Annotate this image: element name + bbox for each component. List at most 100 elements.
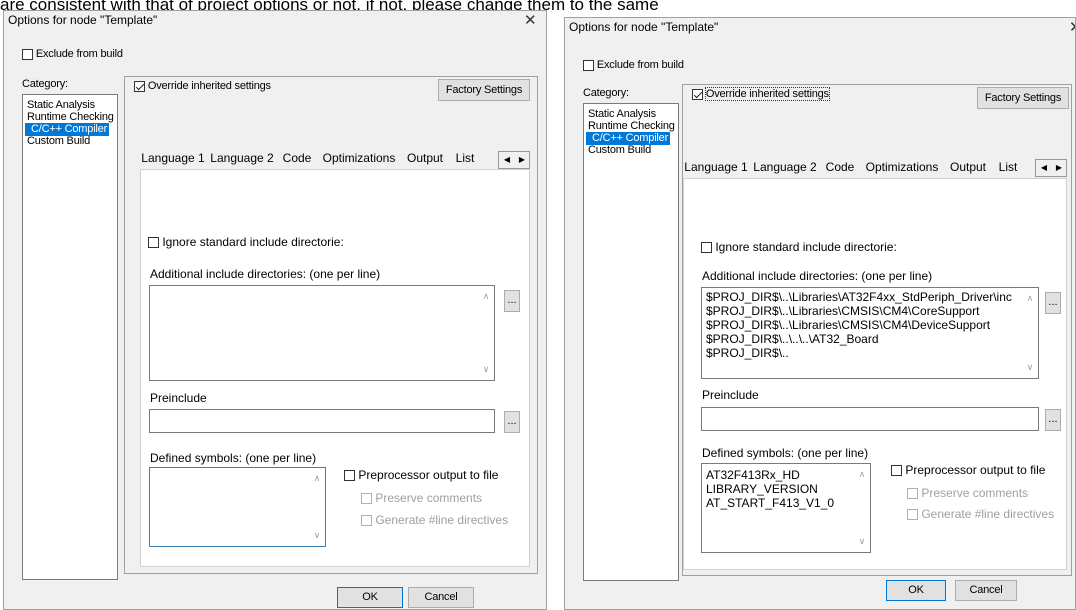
browse-preinclude-button[interactable]: ... xyxy=(1045,409,1061,431)
factory-settings-button[interactable]: Factory Settings xyxy=(438,79,530,101)
defined-symbols-textarea[interactable]: AT32F413Rx_HD LIBRARY_VERSION AT_START_F… xyxy=(701,463,871,553)
dialog-title: Options for node "Template" xyxy=(8,13,158,27)
scroll-up-icon[interactable]: ∧ xyxy=(310,473,324,484)
tab-output[interactable]: Output xyxy=(402,147,449,169)
checkbox-box[interactable] xyxy=(361,515,372,527)
defined-symbols-textarea[interactable]: ∧ ∨ xyxy=(149,467,326,547)
category-custom-build[interactable]: Custom Build xyxy=(25,135,92,148)
preserve-comments-checkbox[interactable]: Preserve comments xyxy=(361,491,482,505)
preserve-comments-checkbox[interactable]: Preserve comments xyxy=(907,486,1028,500)
scroll-up-icon[interactable]: ∧ xyxy=(1023,293,1037,304)
tab-optimizations[interactable]: Optimizations xyxy=(316,147,403,169)
tab-language-2[interactable]: Language 2 xyxy=(749,156,822,178)
category-label: Category: xyxy=(22,78,68,90)
category-list[interactable]: Static Analysis Runtime Checking C/C++ C… xyxy=(583,103,679,581)
tab-list[interactable]: List xyxy=(448,147,482,169)
tab-scroll-arrows[interactable]: ◀ ▶ xyxy=(498,151,530,169)
preserve-label: Preserve comments xyxy=(921,486,1029,500)
preinclude-input[interactable] xyxy=(149,409,495,433)
checkbox-box[interactable] xyxy=(907,488,918,500)
ok-button[interactable]: OK xyxy=(886,580,946,601)
generate-line-checkbox[interactable]: Generate #line directives xyxy=(361,513,508,527)
tab-output[interactable]: Output xyxy=(945,156,992,178)
checkbox-box[interactable] xyxy=(22,48,33,60)
scroll-down-icon[interactable]: ∨ xyxy=(479,364,493,375)
preprocessor-output-checkbox[interactable]: Preprocessor output to file xyxy=(344,468,498,482)
tab-code[interactable]: Code xyxy=(278,147,317,169)
checkbox-box[interactable] xyxy=(583,59,594,71)
arrow-right-icon[interactable]: ▶ xyxy=(1052,161,1066,175)
additional-include-textarea[interactable]: $PROJ_DIR$\..\Libraries\AT32F4xx_StdPeri… xyxy=(701,287,1039,379)
options-dialog-left: Options for node "Template" ✕ Exclude fr… xyxy=(3,10,547,610)
exclude-label: Exclude from build xyxy=(35,48,123,60)
override-settings-checkbox[interactable]: Override inherited settings xyxy=(692,87,830,101)
ignore-label: Ignore standard include directorie: xyxy=(162,235,344,249)
ok-button[interactable]: OK xyxy=(337,587,403,608)
symbol-line: AT32F413Rx_HD xyxy=(706,468,800,482)
scrollbar[interactable]: ∧ ∨ xyxy=(310,469,324,545)
tab-list[interactable]: List xyxy=(991,156,1025,178)
tab-optimizations[interactable]: Optimizations xyxy=(859,156,946,178)
generate-label: Generate #line directives xyxy=(375,513,509,527)
scrollbar[interactable]: ∧ ∨ xyxy=(1023,289,1037,377)
arrow-left-icon[interactable]: ◀ xyxy=(500,153,514,167)
category-custom-build[interactable]: Custom Build xyxy=(586,144,653,157)
include-path-line: $PROJ_DIR$\..\Libraries\CMSIS\CM4\CoreSu… xyxy=(706,304,980,318)
tab-code[interactable]: Code xyxy=(821,156,860,178)
scrollbar[interactable]: ∧ ∨ xyxy=(479,287,493,379)
tab-strip: Language 1 Language 2 Code Optimizations… xyxy=(140,147,490,169)
exclude-from-build-checkbox[interactable]: Exclude from build xyxy=(22,48,123,60)
preinclude-input[interactable] xyxy=(701,407,1039,431)
category-label: Category: xyxy=(583,87,629,99)
browse-include-button[interactable]: ... xyxy=(1045,292,1061,314)
ignore-label: Ignore standard include directorie: xyxy=(715,240,897,254)
cancel-button[interactable]: Cancel xyxy=(408,587,474,608)
ignore-std-include-checkbox[interactable]: Ignore standard include directorie: xyxy=(148,235,344,249)
include-path-line: $PROJ_DIR$\.. xyxy=(706,346,789,360)
checkbox-box[interactable] xyxy=(344,470,355,482)
defined-symbols-label: Defined symbols: (one per line) xyxy=(150,451,317,465)
scroll-down-icon[interactable]: ∨ xyxy=(310,530,324,541)
checkbox-box[interactable] xyxy=(907,509,918,521)
scroll-up-icon[interactable]: ∧ xyxy=(479,291,493,302)
browse-include-button[interactable]: ... xyxy=(504,290,520,312)
include-path-line: $PROJ_DIR$\..\Libraries\AT32F4xx_StdPeri… xyxy=(706,290,1012,304)
scroll-down-icon[interactable]: ∨ xyxy=(1023,362,1037,373)
checkbox-box[interactable] xyxy=(134,80,145,92)
tab-language-1[interactable]: Language 1 xyxy=(140,147,207,169)
checkbox-box[interactable] xyxy=(148,237,159,249)
override-settings-checkbox[interactable]: Override inherited settings xyxy=(134,80,271,92)
close-icon[interactable]: ✕ xyxy=(1069,18,1075,36)
exclude-from-build-checkbox[interactable]: Exclude from build xyxy=(583,59,684,71)
arrow-left-icon[interactable]: ◀ xyxy=(1037,161,1051,175)
arrow-right-icon[interactable]: ▶ xyxy=(515,153,529,167)
ignore-std-include-checkbox[interactable]: Ignore standard include directorie: xyxy=(701,240,897,254)
symbol-line: LIBRARY_VERSION xyxy=(706,482,818,496)
include-path-line: $PROJ_DIR$\..\..\..\AT32_Board xyxy=(706,332,879,346)
tab-scroll-arrows[interactable]: ◀ ▶ xyxy=(1035,159,1067,177)
preserve-label: Preserve comments xyxy=(375,491,483,505)
generate-line-checkbox[interactable]: Generate #line directives xyxy=(907,507,1054,521)
factory-settings-button[interactable]: Factory Settings xyxy=(977,87,1069,109)
tab-strip: Language 1 Language 2 Code Optimizations… xyxy=(683,156,1025,178)
checkbox-box[interactable] xyxy=(692,88,703,100)
scroll-down-icon[interactable]: ∨ xyxy=(855,536,869,547)
close-icon[interactable]: ✕ xyxy=(524,11,537,29)
additional-include-label: Additional include directories: (one per… xyxy=(702,269,933,283)
category-list[interactable]: Static Analysis Runtime Checking C/C++ C… xyxy=(22,94,118,580)
scrollbar[interactable]: ∧ ∨ xyxy=(855,465,869,551)
checkbox-box[interactable] xyxy=(361,493,372,505)
checkbox-box[interactable] xyxy=(701,242,712,254)
cancel-button[interactable]: Cancel xyxy=(955,580,1017,601)
checkbox-box[interactable] xyxy=(891,465,902,477)
additional-include-textarea[interactable]: ∧ ∨ xyxy=(149,285,495,381)
exclude-label: Exclude from build xyxy=(596,59,684,71)
tab-language-2[interactable]: Language 2 xyxy=(206,147,279,169)
preinclude-label: Preinclude xyxy=(150,391,207,405)
category-label-text: C/C++ Compiler xyxy=(31,123,108,135)
scroll-up-icon[interactable]: ∧ xyxy=(855,469,869,480)
browse-preinclude-button[interactable]: ... xyxy=(504,411,520,433)
override-label: Override inherited settings xyxy=(704,87,830,101)
tab-language-1[interactable]: Language 1 xyxy=(683,156,750,178)
preprocessor-output-checkbox[interactable]: Preprocessor output to file xyxy=(891,463,1045,477)
